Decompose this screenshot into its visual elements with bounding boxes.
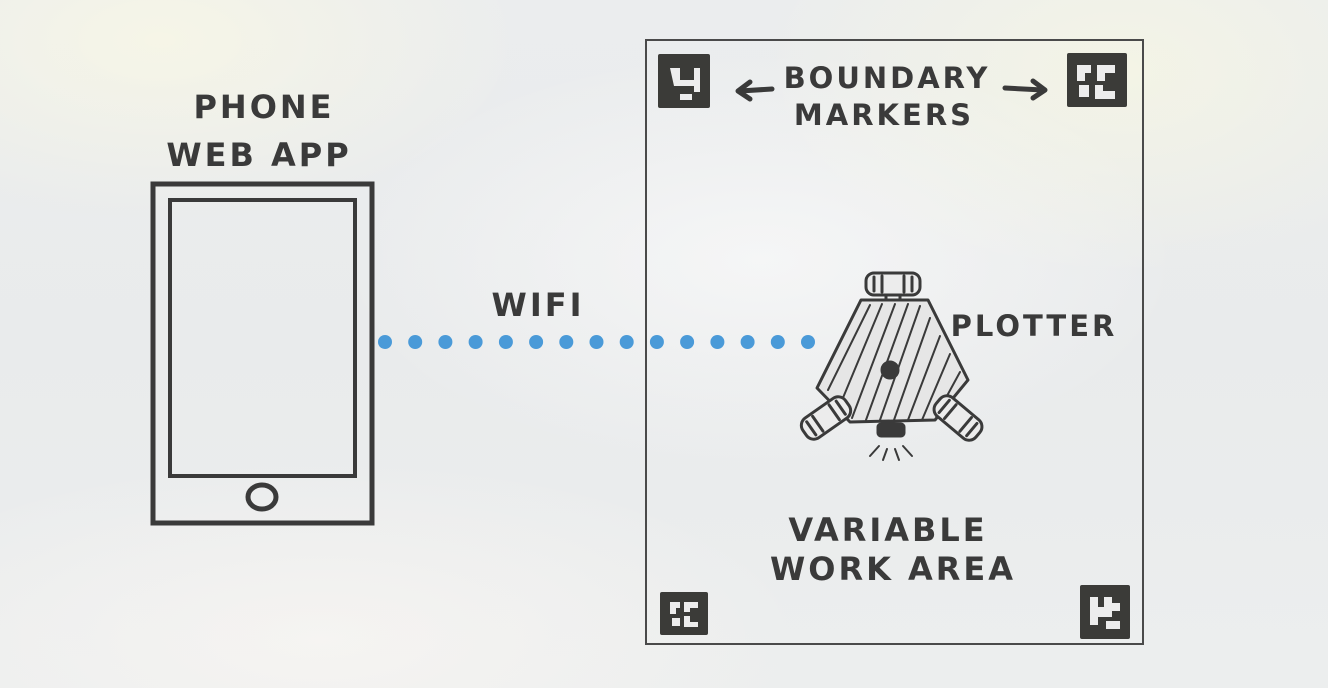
wifi-dot [498,335,513,349]
wifi-dot [680,335,695,349]
phone [150,181,375,526]
area-label-line1: VARIABLE [788,511,987,549]
phone-screen [168,198,357,478]
wifi-dot [559,335,574,349]
wifi-dot [529,335,544,349]
wifi-dot [770,335,785,349]
system-diagram: PHONE WEB APP WIFI BOUNDARY MARKERS PLOT… [150,39,1144,645]
boundary-marker-top-left [658,54,710,108]
phone-title-line2: WEB APP [166,136,351,174]
wifi-label: WIFI [492,286,585,324]
wifi-dot [619,335,634,349]
plotter-label: PLOTTER [951,309,1118,343]
boundary-marker-top-right [1067,53,1127,107]
wifi-dot [649,335,664,349]
wifi-dot [378,335,392,349]
area-label-line2: WORK AREA [770,550,1016,588]
markers-label-line2: MARKERS [794,98,974,132]
boundary-marker-bottom-right [1080,585,1130,639]
arrow-right [1002,78,1048,101]
wifi-dot [408,335,423,349]
wifi-dot [710,335,725,349]
wifi-dot [468,335,483,349]
boundary-marker-bottom-left [660,592,708,635]
plotter-drawing [799,271,984,461]
phone-home-button [245,482,279,512]
wifi-dot [801,335,815,349]
phone-title-line1: PHONE [193,88,334,126]
wifi-dot [589,335,604,349]
wifi-dot [740,335,755,349]
wifi-dot [438,335,453,349]
wifi-connection [378,335,815,349]
phone-body [150,181,375,526]
arrow-left [735,79,775,102]
markers-label-line1: BOUNDARY [784,61,991,95]
